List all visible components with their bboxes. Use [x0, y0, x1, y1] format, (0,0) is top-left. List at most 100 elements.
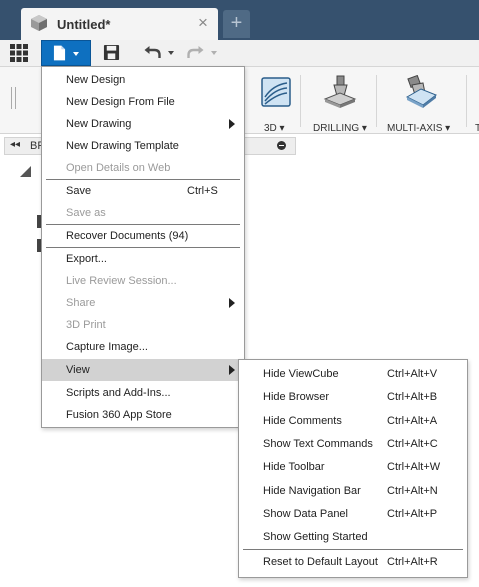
tool-3d[interactable]: 3D ▾ — [258, 73, 294, 134]
menu-item-live-review-session: Live Review Session... — [42, 270, 244, 292]
menu-item-recover-documents[interactable]: Recover Documents (94) — [42, 225, 244, 247]
menu-item-show-getting-started[interactable]: Show Getting Started — [239, 526, 467, 548]
menu-item-shortcut: Ctrl+Alt+P — [387, 508, 438, 520]
submenu-arrow-icon — [229, 119, 235, 129]
file-menu-button[interactable] — [41, 40, 91, 66]
close-tab-icon[interactable]: × — [198, 14, 208, 32]
menu-item-new-drawing-template[interactable]: New Drawing Template — [42, 135, 244, 157]
menu-item-hide-viewcube[interactable]: Hide ViewCube Ctrl+Alt+V — [239, 363, 467, 385]
menu-item-label: New Drawing Template — [66, 140, 179, 152]
file-icon — [53, 45, 66, 61]
view-submenu: Hide ViewCube Ctrl+Alt+V Hide Browser Ct… — [238, 359, 468, 578]
menu-item-label: Hide Toolbar — [263, 461, 325, 473]
menu-item-fusion-app-store[interactable]: Fusion 360 App Store — [42, 404, 244, 426]
file-menu: New Design New Design From File New Draw… — [41, 66, 245, 428]
save-icon[interactable] — [103, 44, 120, 61]
tool-multi-axis[interactable]: MULTI-AXIS ▾ — [384, 73, 456, 134]
document-tab-bar: Untitled* × + — [0, 0, 479, 40]
menu-item-shortcut: Ctrl+Alt+R — [387, 556, 438, 568]
tool-drilling-label: DRILLING ▾ — [313, 123, 367, 134]
tool-3d-label: 3D ▾ — [264, 123, 285, 134]
menu-item-label: Save as — [66, 207, 106, 219]
submenu-arrow-icon — [229, 298, 235, 308]
menu-item-shortcut: Ctrl+Alt+N — [387, 485, 438, 497]
menu-item-shortcut: Ctrl+Alt+A — [387, 415, 438, 427]
undo-icon — [144, 46, 161, 58]
menu-item-label: Show Getting Started — [263, 531, 368, 543]
menu-item-export[interactable]: Export... — [42, 248, 244, 270]
menu-item-shortcut: Ctrl+Alt+C — [387, 438, 438, 450]
menu-item-hide-browser[interactable]: Hide Browser Ctrl+Alt+B — [239, 386, 467, 408]
menu-item-label: Hide Browser — [263, 391, 330, 403]
redo-icon — [187, 46, 204, 58]
tool-multi-axis-label: MULTI-AXIS ▾ — [387, 123, 451, 134]
minimize-panel-icon[interactable] — [277, 141, 286, 150]
menu-item-label: Hide Navigation Bar — [263, 485, 361, 497]
menu-item-label: Live Review Session... — [66, 275, 177, 287]
chevron-down-icon — [168, 51, 174, 55]
menu-item-label: Reset to Default Layout — [263, 556, 378, 568]
menu-item-show-data-panel[interactable]: Show Data Panel Ctrl+Alt+P — [239, 503, 467, 525]
menu-item-save[interactable]: Save Ctrl+S — [42, 180, 244, 202]
menu-item-label: Export... — [66, 253, 107, 265]
menu-item-hide-comments[interactable]: Hide Comments Ctrl+Alt+A — [239, 410, 467, 432]
menu-item-3d-print: 3D Print — [42, 314, 244, 336]
menu-item-new-design[interactable]: New Design — [42, 69, 244, 91]
menu-item-label: New Design From File — [66, 96, 175, 108]
new-tab-button[interactable]: + — [223, 10, 250, 38]
menu-item-label: View — [66, 364, 90, 376]
cube-icon — [31, 15, 47, 31]
menu-item-label: Save — [66, 185, 92, 197]
menu-item-shortcut: Ctrl+Alt+W — [387, 461, 441, 473]
menu-item-label: Hide Comments — [263, 415, 342, 427]
menu-item-show-text-commands[interactable]: Show Text Commands Ctrl+Alt+C — [239, 433, 467, 455]
tool-more-label: T — [475, 123, 479, 134]
menu-item-label: Share — [66, 297, 96, 309]
3d-strategy-icon — [261, 77, 291, 107]
menu-item-scripts-and-add-ins[interactable]: Scripts and Add-Ins... — [42, 382, 244, 404]
toolbar-separator — [300, 75, 301, 127]
menu-item-label: Hide ViewCube — [263, 368, 339, 380]
menu-item-view[interactable]: View — [42, 359, 244, 381]
menu-item-hide-navigation-bar[interactable]: Hide Navigation Bar Ctrl+Alt+N — [239, 480, 467, 502]
menu-item-label: Open Details on Web — [66, 162, 171, 174]
undo-button[interactable] — [143, 44, 176, 62]
collapse-browser-icon[interactable]: ◂◂ — [10, 139, 20, 150]
data-panel-grid-icon[interactable] — [10, 44, 28, 62]
menu-item-new-design-from-file[interactable]: New Design From File — [42, 91, 244, 113]
menu-item-label: Fusion 360 App Store — [66, 409, 172, 421]
submenu-arrow-icon — [229, 365, 235, 375]
menu-item-reset-to-default-layout[interactable]: Reset to Default Layout Ctrl+Alt+R — [239, 551, 467, 573]
menu-item-label: Capture Image... — [66, 341, 148, 353]
menu-item-label: Scripts and Add-Ins... — [66, 387, 171, 399]
menu-item-label: 3D Print — [66, 319, 106, 331]
document-tab-title: Untitled* — [57, 17, 111, 32]
quick-access-toolbar — [0, 40, 479, 67]
expand-tree-icon[interactable] — [20, 166, 31, 177]
multi-axis-icon — [405, 75, 437, 108]
menu-item-shortcut: Ctrl+S — [187, 185, 218, 197]
toolbar-grip[interactable] — [11, 87, 16, 109]
menu-item-shortcut: Ctrl+Alt+B — [387, 391, 438, 403]
menu-item-capture-image[interactable]: Capture Image... — [42, 336, 244, 358]
drilling-icon — [323, 75, 357, 108]
menu-item-shortcut: Ctrl+Alt+V — [387, 368, 438, 380]
chevron-down-icon — [211, 51, 217, 55]
redo-button[interactable] — [186, 44, 219, 62]
menu-item-new-drawing[interactable]: New Drawing — [42, 113, 244, 135]
menu-item-save-as: Save as — [42, 202, 244, 224]
menu-item-hide-toolbar[interactable]: Hide Toolbar Ctrl+Alt+W — [239, 456, 467, 478]
menu-item-open-details-on-web: Open Details on Web — [42, 157, 244, 179]
document-tab[interactable]: Untitled* × — [21, 8, 218, 40]
menu-separator — [243, 549, 463, 550]
menu-item-label: Show Text Commands — [263, 438, 373, 450]
menu-item-label: New Drawing — [66, 118, 132, 130]
menu-item-label: Show Data Panel — [263, 508, 348, 520]
tool-more[interactable]: T — [470, 73, 479, 134]
tool-drilling[interactable]: DRILLING ▾ — [310, 73, 370, 134]
menu-item-share: Share — [42, 292, 244, 314]
toolbar-separator — [376, 75, 377, 127]
menu-item-label: New Design — [66, 74, 126, 86]
toolbar-separator — [466, 75, 467, 127]
chevron-down-icon — [73, 52, 79, 56]
